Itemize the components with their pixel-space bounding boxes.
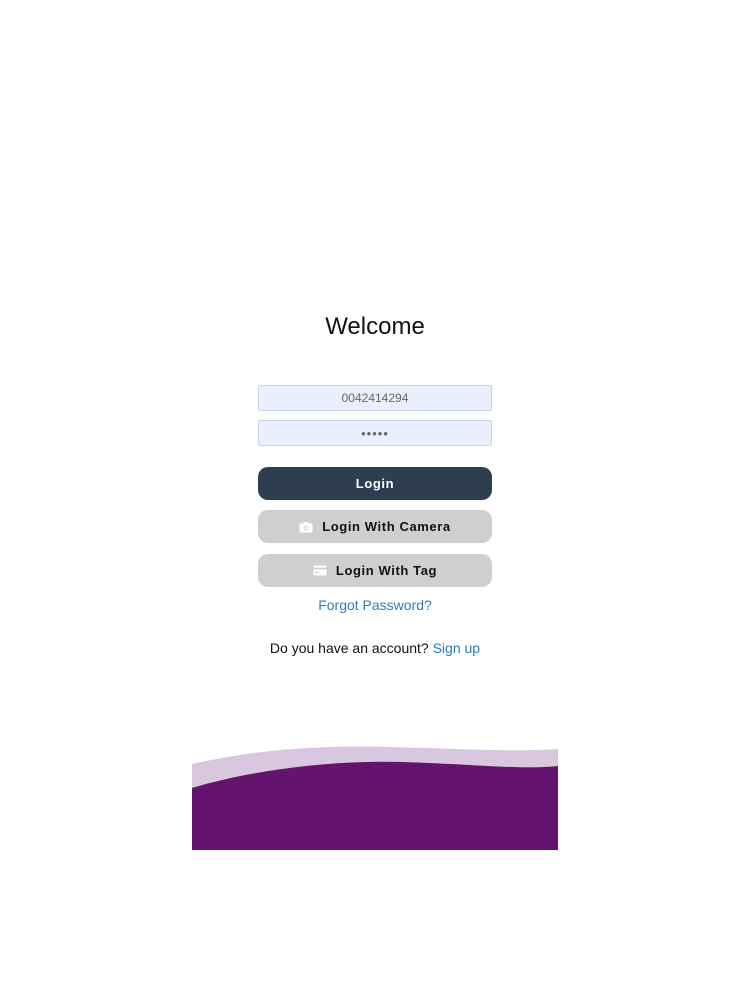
forgot-password-link[interactable]: Forgot Password?: [318, 597, 432, 613]
account-prompt: Do you have an account?: [269, 640, 429, 656]
decorative-wave: [192, 746, 558, 850]
login-with-camera-button[interactable]: Login With Camera: [258, 510, 492, 543]
wave-dark-fill: [192, 761, 558, 850]
sign-up-link[interactable]: Sign up: [433, 640, 480, 656]
login-button[interactable]: Login: [258, 467, 492, 500]
password-field[interactable]: [258, 420, 492, 446]
forgot-password-row: Forgot Password?: [0, 597, 750, 613]
login-page: Welcome Login Login With Camera Login Wi…: [0, 0, 750, 1000]
login-with-camera-label: Login With Camera: [322, 519, 451, 534]
camera-icon: [299, 521, 313, 533]
username-field[interactable]: [258, 385, 492, 411]
card-icon: [313, 565, 327, 576]
login-with-tag-label: Login With Tag: [335, 563, 438, 578]
login-button-label: Login: [355, 476, 395, 491]
signup-row: Do you have an account? Sign up: [0, 640, 750, 656]
login-with-tag-button[interactable]: Login With Tag: [258, 554, 492, 587]
page-title: Welcome: [325, 313, 425, 340]
